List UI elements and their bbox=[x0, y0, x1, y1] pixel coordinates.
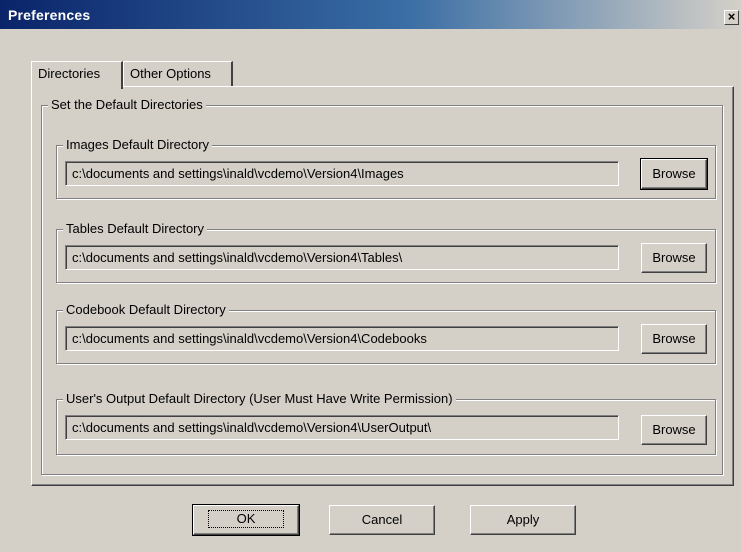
tab-directories[interactable]: Directories bbox=[31, 61, 123, 89]
close-button[interactable]: × bbox=[724, 10, 739, 25]
images-directory-field[interactable]: c:\documents and settings\inald\vcdemo\V… bbox=[65, 161, 619, 186]
tab-other-options[interactable]: Other Options bbox=[123, 61, 233, 87]
codebook-directory-label: Codebook Default Directory bbox=[63, 302, 229, 318]
tab-panel-directories: Set the Default Directories Images Defau… bbox=[31, 86, 734, 486]
tables-directory-group: Tables Default Directory c:\documents an… bbox=[56, 221, 716, 283]
images-directory-label: Images Default Directory bbox=[63, 137, 213, 153]
tables-directory-field[interactable]: c:\documents and settings\inald\vcdemo\V… bbox=[65, 245, 619, 270]
title-bar: Preferences × bbox=[0, 0, 741, 29]
default-directories-label: Set the Default Directories bbox=[48, 97, 206, 113]
output-directory-label: User's Output Default Directory (User Mu… bbox=[63, 391, 456, 407]
apply-button[interactable]: Apply bbox=[470, 505, 576, 535]
output-directory-group: User's Output Default Directory (User Mu… bbox=[56, 391, 716, 455]
output-directory-field[interactable]: c:\documents and settings\inald\vcdemo\V… bbox=[65, 415, 619, 440]
tables-directory-label: Tables Default Directory bbox=[63, 221, 207, 237]
codebook-directory-field[interactable]: c:\documents and settings\inald\vcdemo\V… bbox=[65, 326, 619, 351]
output-browse-button[interactable]: Browse bbox=[641, 415, 707, 445]
codebook-directory-group: Codebook Default Directory c:\documents … bbox=[56, 302, 716, 364]
cancel-button[interactable]: Cancel bbox=[329, 505, 435, 535]
codebook-browse-button[interactable]: Browse bbox=[641, 324, 707, 354]
default-directories-group: Set the Default Directories Images Defau… bbox=[41, 97, 723, 475]
ok-button[interactable]: OK bbox=[192, 504, 300, 536]
tables-browse-button[interactable]: Browse bbox=[641, 243, 707, 273]
window-title: Preferences bbox=[8, 7, 91, 23]
ok-button-label: OK bbox=[207, 510, 285, 528]
images-directory-group: Images Default Directory c:\documents an… bbox=[56, 137, 716, 199]
images-browse-button[interactable]: Browse bbox=[640, 158, 708, 190]
close-icon: × bbox=[727, 9, 736, 24]
